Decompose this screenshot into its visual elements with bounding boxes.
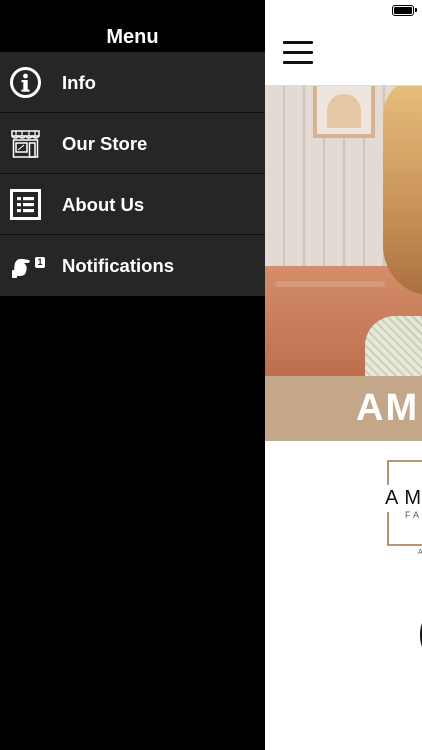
hero-sweater — [365, 316, 422, 376]
top-nav-bar — [265, 20, 422, 86]
menu-item-label: Info — [62, 72, 96, 93]
menu-item-label: Notifications — [62, 255, 175, 276]
battery-icon — [392, 5, 417, 16]
menu-list: Info Our Store About Us 1 Notifications — [0, 52, 265, 296]
notification-badge: 1 — [34, 256, 46, 269]
brand-logo-subtitle: FAS — [405, 510, 422, 520]
drawer-title: Menu — [106, 26, 159, 48]
main-screen: AM AM FAS A — [265, 0, 422, 750]
list-icon — [9, 188, 42, 221]
menu-item-our-store[interactable]: Our Store — [0, 113, 265, 174]
brand-banner-text: AM — [356, 387, 420, 429]
menu-item-info[interactable]: Info — [0, 52, 265, 113]
side-menu-drawer: Menu Info Our Store About Us 1 Notificat… — [0, 0, 265, 750]
brand-banner: AM — [265, 376, 422, 441]
menu-item-label: Our Store — [62, 133, 148, 154]
brand-logo-mark: A — [418, 549, 422, 556]
hero-image — [265, 86, 422, 376]
notification-icon: 1 — [9, 249, 46, 282]
menu-item-about-us[interactable]: About Us — [0, 174, 265, 235]
menu-item-notifications[interactable]: 1 Notifications — [0, 235, 265, 296]
hero-model — [383, 86, 422, 296]
info-icon — [9, 66, 42, 99]
brand-logo-text: AM — [381, 485, 422, 512]
hamburger-menu-icon[interactable] — [283, 41, 313, 64]
status-bar — [265, 0, 422, 20]
store-icon — [9, 127, 42, 160]
hero-picture-frame — [313, 86, 375, 138]
menu-item-label: About Us — [62, 194, 145, 215]
